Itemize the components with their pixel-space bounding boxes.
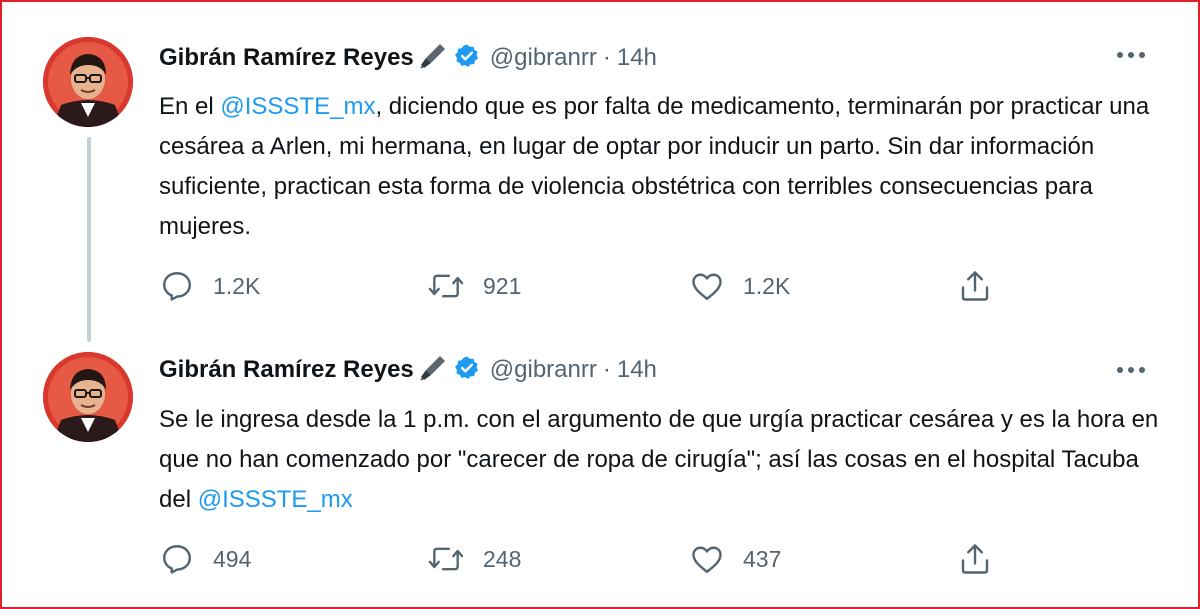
tweet-timestamp[interactable]: 14h: [617, 356, 657, 384]
heart-icon: [692, 546, 722, 573]
retweet-button[interactable]: 248: [427, 539, 521, 579]
more-options-icon[interactable]: [1114, 355, 1148, 385]
like-count: 437: [743, 545, 782, 572]
retweet-count: 248: [483, 545, 522, 572]
more-options-icon[interactable]: [1114, 40, 1148, 70]
verified-badge-icon: [454, 355, 480, 386]
share-button[interactable]: [957, 539, 993, 579]
tweet-header: Gibrán Ramírez Reyes @gibranrr · 14h: [159, 350, 657, 390]
tweet-text: En el @ISSSTE_mx, diciendo que es por fa…: [159, 87, 1159, 247]
like-button[interactable]: 437: [689, 539, 781, 579]
share-icon: [961, 544, 989, 574]
tweet-text: Se le ingresa desde la 1 p.m. con el arg…: [159, 400, 1159, 520]
share-icon: [961, 271, 989, 301]
tweet-actions: 1.2K 921 1.2K: [159, 266, 1059, 306]
like-count: 1.2K: [743, 272, 791, 299]
author-name[interactable]: Gibrán Ramírez Reyes: [159, 356, 414, 384]
tweet[interactable]: Gibrán Ramírez Reyes @gibranrr · 14h: [2, 332, 1198, 607]
tweet-header: Gibrán Ramírez Reyes @gibranrr · 14h: [159, 38, 657, 78]
reply-count: 1.2K: [213, 272, 261, 299]
mention-link[interactable]: @ISSSTE_mx: [198, 486, 353, 513]
author-name[interactable]: Gibrán Ramírez Reyes: [159, 44, 414, 72]
reply-button[interactable]: 494: [159, 539, 251, 579]
mention-link[interactable]: @ISSSTE_mx: [220, 93, 375, 120]
tweet-actions: 494 248 437: [159, 539, 1059, 579]
reply-button[interactable]: 1.2K: [159, 266, 260, 306]
tweet[interactable]: Gibrán Ramírez Reyes @gibranrr · 14h: [2, 2, 1198, 342]
retweet-count: 921: [483, 272, 522, 299]
reply-icon: [163, 272, 191, 301]
verified-badge-icon: [454, 43, 480, 74]
tweet-thread-screenshot: Gibrán Ramírez Reyes @gibranrr · 14h En …: [0, 0, 1200, 609]
reply-icon: [163, 545, 191, 574]
fountain-pen-icon: [418, 353, 448, 388]
separator-dot: ·: [602, 356, 611, 383]
like-button[interactable]: 1.2K: [689, 266, 790, 306]
author-handle[interactable]: @gibranrr: [490, 356, 597, 384]
fountain-pen-icon: [418, 41, 448, 76]
share-button[interactable]: [957, 266, 993, 306]
author-handle[interactable]: @gibranrr: [490, 44, 597, 72]
retweet-icon: [428, 547, 464, 571]
retweet-icon: [428, 274, 464, 298]
heart-icon: [692, 273, 722, 300]
avatar[interactable]: [43, 37, 133, 127]
tweet-text-segment: En el: [159, 93, 221, 120]
retweet-button[interactable]: 921: [427, 266, 521, 306]
tweet-timestamp[interactable]: 14h: [617, 44, 657, 72]
reply-count: 494: [213, 545, 252, 572]
avatar[interactable]: [43, 352, 133, 442]
separator-dot: ·: [602, 44, 611, 71]
